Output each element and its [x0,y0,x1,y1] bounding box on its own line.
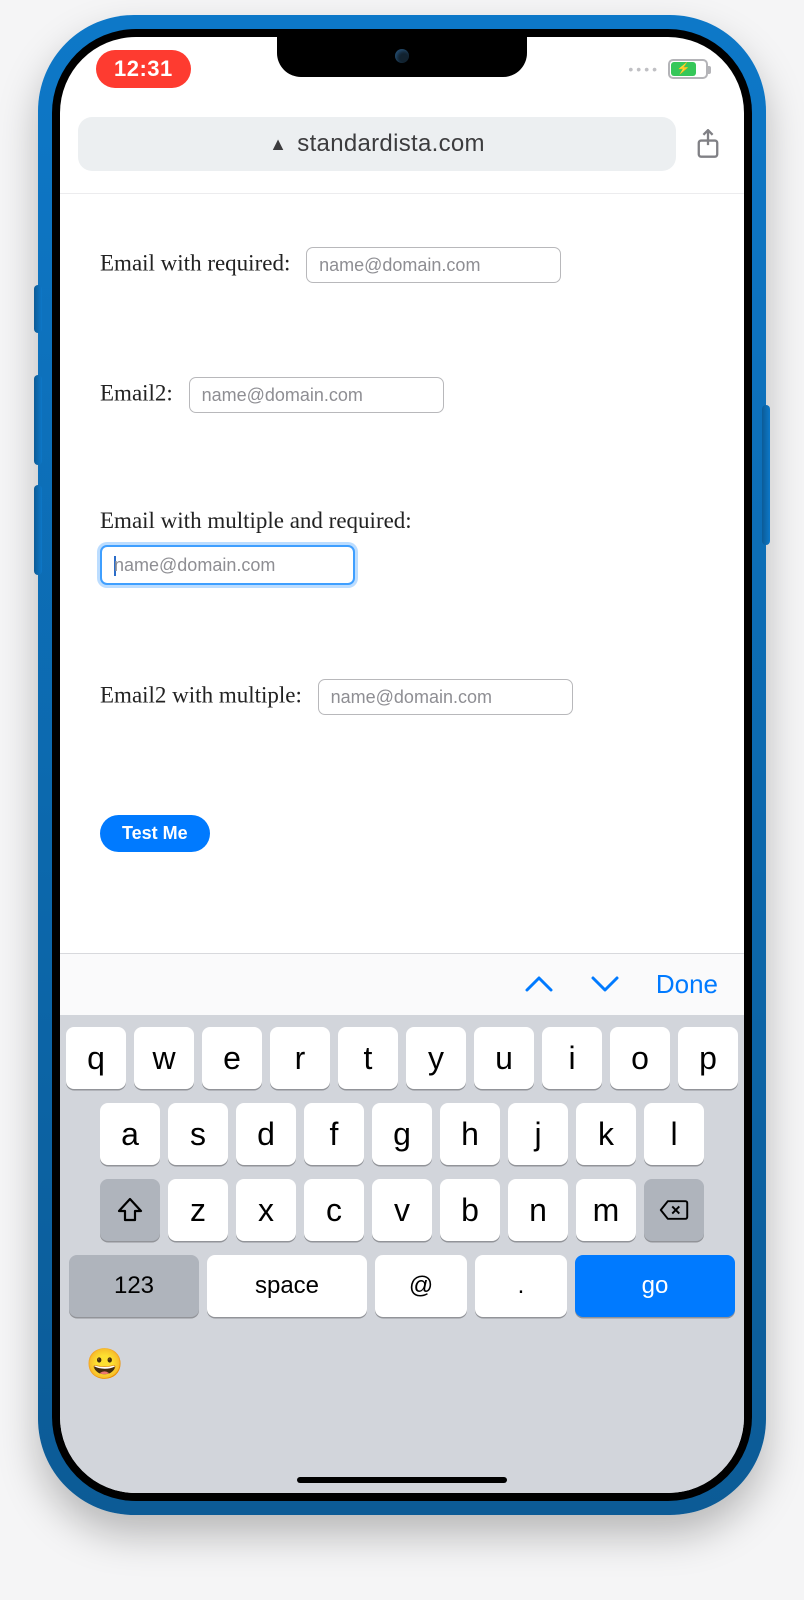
status-time-recording[interactable]: 12:31 [96,50,191,88]
key-n[interactable]: n [508,1179,568,1241]
onscreen-keyboard: q w e r t y u i o p a s d f g h [60,1015,744,1493]
key-l[interactable]: l [644,1103,704,1165]
email-input[interactable]: name@domain.com [189,377,444,413]
key-shift[interactable] [100,1179,160,1241]
key-s[interactable]: s [168,1103,228,1165]
keyboard-row-1: q w e r t y u i o p [68,1027,736,1089]
side-button-power [762,405,770,545]
emoji-button[interactable]: 😀 [86,1347,123,1382]
key-c[interactable]: c [304,1179,364,1241]
toolbar-divider [60,193,744,194]
key-123[interactable]: 123 [69,1255,199,1317]
key-at[interactable]: @ [375,1255,467,1317]
share-button[interactable] [690,126,726,162]
email-input[interactable]: name@domain.com [318,679,573,715]
not-secure-icon: ▲ [269,135,287,153]
key-g[interactable]: g [372,1103,432,1165]
email-input[interactable]: name@domain.com [306,247,561,283]
battery-icon: ⚡ [668,59,708,79]
field-email2-multiple: Email2 with multiple: name@domain.com [100,679,704,715]
key-p[interactable]: p [678,1027,738,1089]
email-input-focused[interactable]: name@domain.com [100,545,355,585]
side-button-mute [34,285,42,333]
home-indicator[interactable] [297,1477,507,1483]
phone-frame: 12:31 •••• ⚡ ▲ standardista.com [38,15,766,1515]
key-x[interactable]: x [236,1179,296,1241]
key-y[interactable]: y [406,1027,466,1089]
prev-field-button[interactable] [524,970,554,1000]
key-o[interactable]: o [610,1027,670,1089]
key-u[interactable]: u [474,1027,534,1089]
key-b[interactable]: b [440,1179,500,1241]
key-j[interactable]: j [508,1103,568,1165]
field-email2: Email2: name@domain.com [100,377,704,413]
key-v[interactable]: v [372,1179,432,1241]
keyboard-row-4: 123 space @ . go [68,1255,736,1317]
key-go[interactable]: go [575,1255,735,1317]
field-label: Email with multiple and required: [100,508,412,533]
key-d[interactable]: d [236,1103,296,1165]
key-a[interactable]: a [100,1103,160,1165]
keyboard-accessory-bar: Done [60,953,744,1015]
key-k[interactable]: k [576,1103,636,1165]
key-backspace[interactable] [644,1179,704,1241]
side-button-vol-down [34,485,42,575]
next-field-button[interactable] [590,970,620,1000]
charging-icon: ⚡ [677,64,691,75]
key-i[interactable]: i [542,1027,602,1089]
url-domain: standardista.com [297,130,485,158]
field-label: Email with required: [100,250,290,275]
submit-button[interactable]: Test Me [100,815,210,852]
browser-toolbar: ▲ standardista.com [78,117,726,171]
key-t[interactable]: t [338,1027,398,1089]
keyboard-row-3: z x c v b n m [68,1179,736,1241]
url-bar[interactable]: ▲ standardista.com [78,117,676,171]
done-button[interactable]: Done [656,969,718,1000]
key-r[interactable]: r [270,1027,330,1089]
field-email-multiple-required: Email with multiple and required: name@d… [100,507,704,585]
field-email-required: Email with required: name@domain.com [100,247,704,283]
cellular-icon: •••• [628,62,660,76]
key-dot[interactable]: . [475,1255,567,1317]
key-z[interactable]: z [168,1179,228,1241]
key-h[interactable]: h [440,1103,500,1165]
side-button-vol-up [34,375,42,465]
screen: 12:31 •••• ⚡ ▲ standardista.com [60,37,744,1493]
key-w[interactable]: w [134,1027,194,1089]
phone-bezel: 12:31 •••• ⚡ ▲ standardista.com [52,29,752,1501]
notch [277,37,527,77]
key-space[interactable]: space [207,1255,367,1317]
key-e[interactable]: e [202,1027,262,1089]
key-m[interactable]: m [576,1179,636,1241]
key-f[interactable]: f [304,1103,364,1165]
field-label: Email2 with multiple: [100,682,302,707]
field-label: Email2: [100,380,173,405]
keyboard-row-2: a s d f g h j k l [68,1103,736,1165]
key-q[interactable]: q [66,1027,126,1089]
keyboard-bottom-row: 😀 [68,1331,736,1382]
status-right: •••• ⚡ [628,59,708,79]
